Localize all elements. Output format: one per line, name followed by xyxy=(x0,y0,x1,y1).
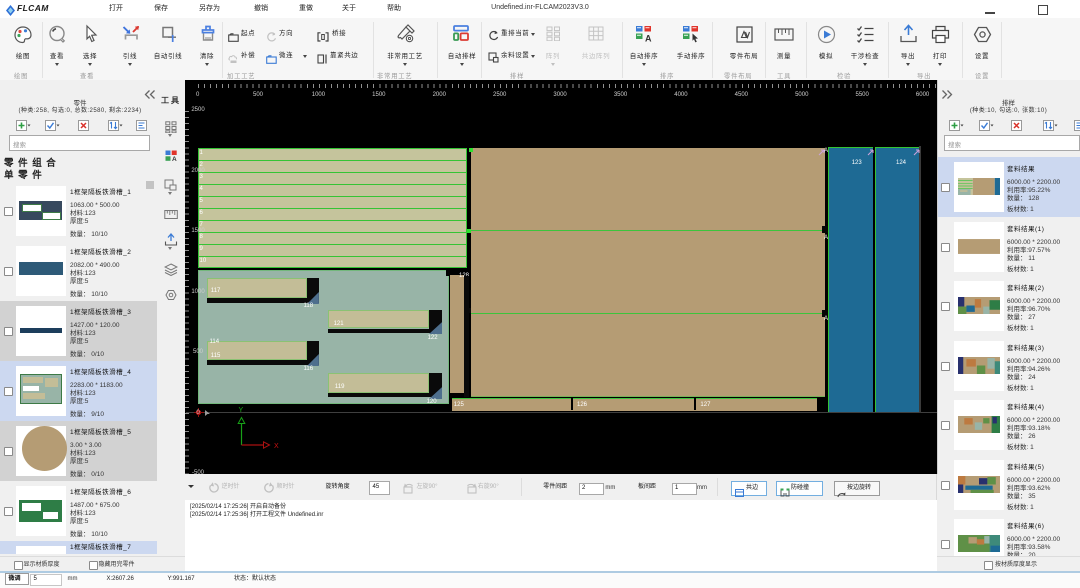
svg-text:Y: Y xyxy=(239,407,244,414)
svg-text:A: A xyxy=(645,34,652,44)
svg-text:A: A xyxy=(172,156,177,162)
svg-text:X: X xyxy=(274,443,279,450)
